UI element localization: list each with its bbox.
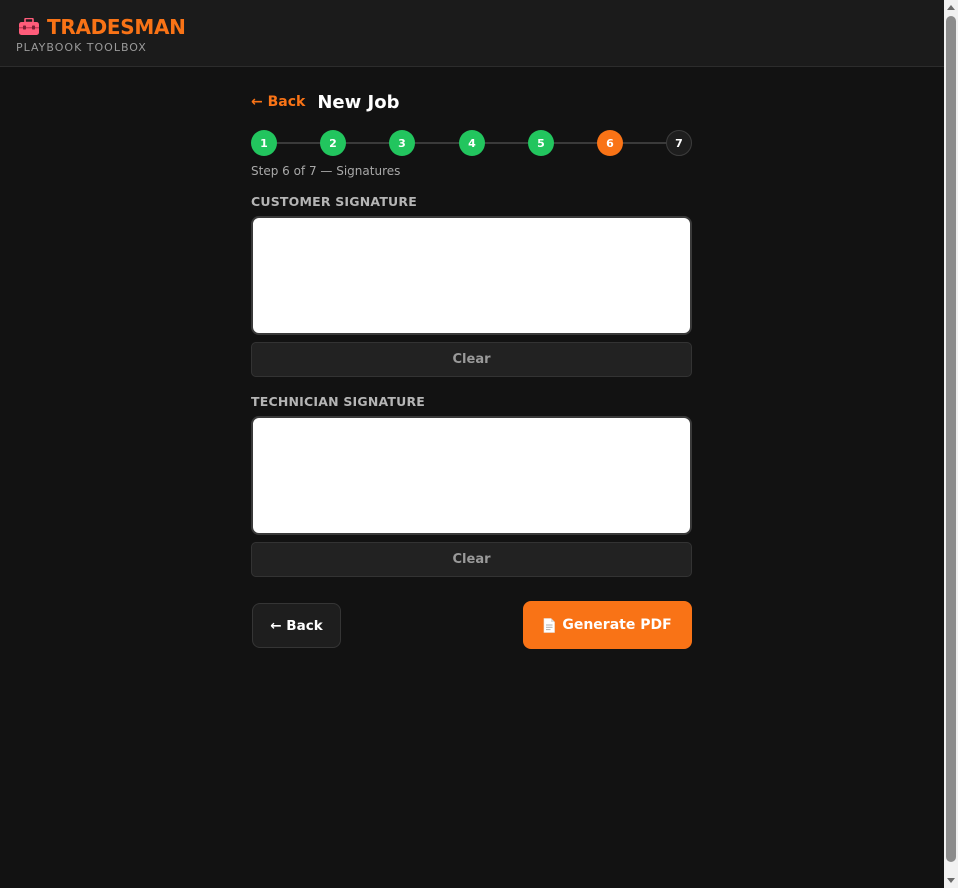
- scroll-up-arrow-icon[interactable]: [947, 5, 955, 10]
- technician-clear-button[interactable]: Clear: [251, 542, 692, 577]
- customer-clear-button[interactable]: Clear: [251, 342, 692, 377]
- page-scrollbar[interactable]: [944, 0, 958, 888]
- step-progress: 1 2 3 4 5 6 7: [251, 130, 692, 156]
- customer-signature-section: CUSTOMER SIGNATURE Clear: [251, 194, 692, 377]
- step-1: 1: [251, 130, 277, 156]
- scroll-thumb[interactable]: [946, 16, 956, 862]
- step-4: 4: [459, 130, 485, 156]
- customer-signature-pad[interactable]: [251, 216, 692, 335]
- toolbox-icon: [18, 17, 40, 36]
- brand-subtitle: PLAYBOOK TOOLBOX: [16, 41, 147, 54]
- generate-pdf-button[interactable]: Generate PDF: [523, 601, 692, 649]
- page-title: New Job: [317, 91, 400, 113]
- top-bar: TRADESMAN PLAYBOOK TOOLBOX: [0, 0, 944, 67]
- step-caption: Step 6 of 7 — Signatures: [251, 164, 401, 178]
- step-3: 3: [389, 130, 415, 156]
- app-window: TRADESMAN PLAYBOOK TOOLBOX ← Back New Jo…: [0, 0, 944, 888]
- step-6: 6: [597, 130, 623, 156]
- technician-signature-pad[interactable]: [251, 416, 692, 535]
- step-7: 7: [666, 130, 692, 156]
- form-actions: ← Back Generate PDF: [251, 601, 692, 651]
- technician-signature-label: TECHNICIAN SIGNATURE: [251, 394, 426, 409]
- brand[interactable]: TRADESMAN PLAYBOOK TOOLBOX: [16, 15, 186, 54]
- customer-signature-label: CUSTOMER SIGNATURE: [251, 194, 417, 209]
- brand-name: TRADESMAN: [47, 15, 186, 39]
- step-2: 2: [320, 130, 346, 156]
- document-icon: [543, 617, 556, 633]
- generate-pdf-label: Generate PDF: [562, 617, 672, 633]
- new-job-form: ← Back New Job 1 2 3 4 5 6 7 Step 6 of 7 — Sig…: [251, 90, 692, 651]
- page-header: ← Back New Job: [251, 90, 692, 114]
- step-5: 5: [528, 130, 554, 156]
- technician-signature-section: TECHNICIAN SIGNATURE Clear: [251, 394, 692, 577]
- back-button[interactable]: ← Back: [252, 603, 341, 648]
- scroll-down-arrow-icon[interactable]: [947, 878, 955, 883]
- back-link[interactable]: ← Back: [251, 94, 305, 110]
